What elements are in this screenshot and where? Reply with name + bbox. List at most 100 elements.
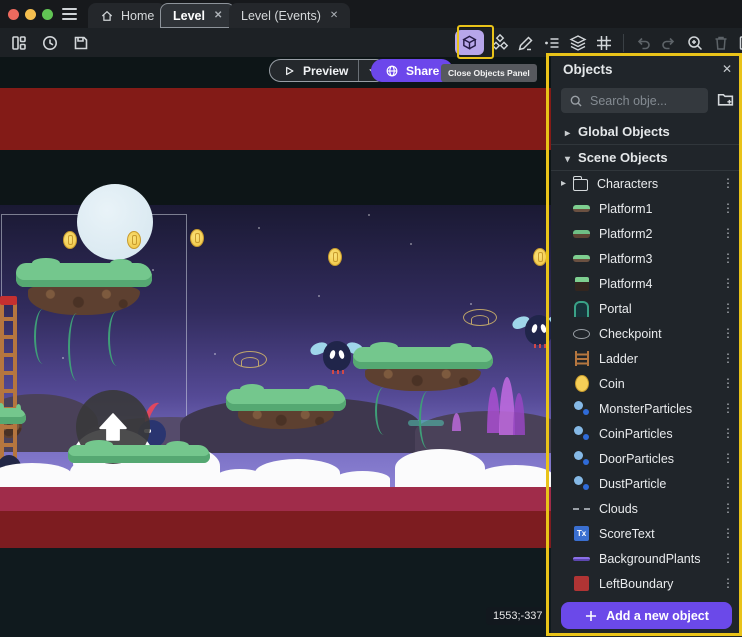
object-options-kebab-icon[interactable] [722,351,734,365]
cloud-object[interactable] [255,459,340,487]
object-thumbnail-icon [573,300,590,317]
grid-icon[interactable] [594,33,614,53]
object-options-kebab-icon[interactable] [722,551,734,565]
star [368,214,370,216]
instances-list-icon[interactable] [542,33,562,53]
object-options-kebab-icon[interactable] [722,501,734,515]
object-item-Checkpoint[interactable]: ▸ Checkpoint [551,321,742,346]
object-groups-icon[interactable] [490,33,510,53]
main-menu-button[interactable] [62,8,77,20]
scene-objects-label: Scene Objects [578,150,668,165]
object-item-Clouds[interactable]: ▸ Clouds [551,496,742,521]
scene-objects-section[interactable]: Scene Objects [551,145,742,171]
coin-object[interactable] [533,248,547,266]
redo-icon[interactable] [659,33,679,53]
object-options-kebab-icon[interactable] [722,526,734,540]
platform-island-object[interactable] [353,347,493,391]
object-thumbnail-icon [573,375,590,392]
object-item-label: ScoreText [599,527,655,541]
layers-icon[interactable] [568,33,588,53]
object-item-Platform4[interactable]: ▸ Platform4 [551,271,742,296]
add-new-object-button[interactable]: Add a new object [561,602,732,629]
app-window: 1553;-337 Home Level Level (Events) [0,0,742,637]
tab-level-label: Level [173,9,205,23]
cursor-coordinates-badge: 1553;-337 [486,607,550,625]
tab-home[interactable]: Home [88,3,166,28]
toggle-panels-icon[interactable] [9,33,29,53]
object-options-kebab-icon[interactable] [722,451,734,465]
global-objects-section[interactable]: Global Objects [551,119,742,145]
platform-island-object[interactable] [16,263,152,315]
object-item-Portal[interactable]: ▸ Portal [551,296,742,321]
object-item-BackgroundPlants[interactable]: ▸ BackgroundPlants [551,546,742,571]
ladder-object[interactable] [0,303,17,469]
object-item-DustParticle[interactable]: ▸ DustParticle [551,471,742,496]
minimize-window-button[interactable] [25,9,36,20]
save-icon[interactable] [71,33,91,53]
object-item-CoinParticles[interactable]: ▸ CoinParticles [551,421,742,446]
object-options-kebab-icon[interactable] [722,176,734,190]
object-search-input[interactable] [590,94,700,108]
tab-level-events[interactable]: Level (Events) [229,3,350,28]
object-item-ScoreText[interactable]: ▸ ScoreText [551,521,742,546]
delete-icon[interactable] [711,33,731,53]
object-item-MonsterParticles[interactable]: ▸ MonsterParticles [551,396,742,421]
object-options-kebab-icon[interactable] [722,576,734,590]
object-item-Ladder[interactable]: ▸ Ladder [551,346,742,371]
object-options-kebab-icon[interactable] [722,476,734,490]
object-item-Platform1[interactable]: ▸ Platform1 [551,196,742,221]
close-tab-icon[interactable] [214,10,222,21]
object-options-kebab-icon[interactable] [722,276,734,290]
coin-object[interactable] [190,229,204,247]
preview-button-label: Preview [303,64,348,78]
object-options-kebab-icon[interactable] [722,326,734,340]
object-search-box[interactable] [561,88,708,113]
checkpoint-object[interactable] [233,351,267,368]
toggle-objects-panel-button[interactable] [455,30,484,55]
object-item-Characters[interactable]: ▸ Characters [551,171,742,196]
object-thumbnail-icon [573,225,590,242]
preview-button[interactable]: Preview [269,59,387,82]
cloud-object[interactable] [335,471,390,487]
object-item-Platform3[interactable]: ▸ Platform3 [551,246,742,271]
platform-island-object[interactable] [226,389,346,429]
close-window-button[interactable] [8,9,19,20]
star [258,227,260,229]
search-icon [569,94,583,108]
object-item-DoorParticles[interactable]: ▸ DoorParticles [551,446,742,471]
object-thumbnail-icon [573,275,590,292]
scene-properties-icon[interactable] [737,33,742,53]
undo-icon[interactable] [633,33,653,53]
tab-level[interactable]: Level [160,3,235,28]
object-options-kebab-icon[interactable] [722,201,734,215]
moon-object[interactable] [77,184,153,260]
cloud-object[interactable] [395,449,485,487]
zoom-in-icon[interactable] [685,33,705,53]
checkpoint-object[interactable] [463,309,497,326]
object-options-kebab-icon[interactable] [722,401,734,415]
object-item-Coin[interactable]: ▸ Coin [551,371,742,396]
cloud-object[interactable] [0,463,72,487]
object-item-label: Ladder [599,352,638,366]
tab-level-events-label: Level (Events) [241,9,321,23]
global-objects-label: Global Objects [578,124,670,139]
cloud-object[interactable] [478,465,553,487]
object-item-Platform2[interactable]: ▸ Platform2 [551,221,742,246]
object-options-kebab-icon[interactable] [722,301,734,315]
object-options-kebab-icon[interactable] [722,226,734,240]
object-item-LeftBoundary[interactable]: ▸ LeftBoundary [551,571,742,596]
coin-object[interactable] [328,248,342,266]
object-options-kebab-icon[interactable] [722,426,734,440]
object-options-kebab-icon[interactable] [722,376,734,390]
add-folder-icon[interactable] [716,90,735,114]
zoom-window-button[interactable] [42,9,53,20]
close-tab-icon[interactable] [330,10,338,21]
coin-object[interactable] [63,231,77,249]
window-traffic-lights [8,9,53,20]
object-options-kebab-icon[interactable] [722,251,734,265]
edit-scene-icon[interactable] [516,33,536,53]
coin-object[interactable] [127,231,141,249]
object-item-label: Coin [599,377,625,391]
close-objects-panel-icon[interactable] [722,62,732,76]
project-history-icon[interactable] [40,33,60,53]
